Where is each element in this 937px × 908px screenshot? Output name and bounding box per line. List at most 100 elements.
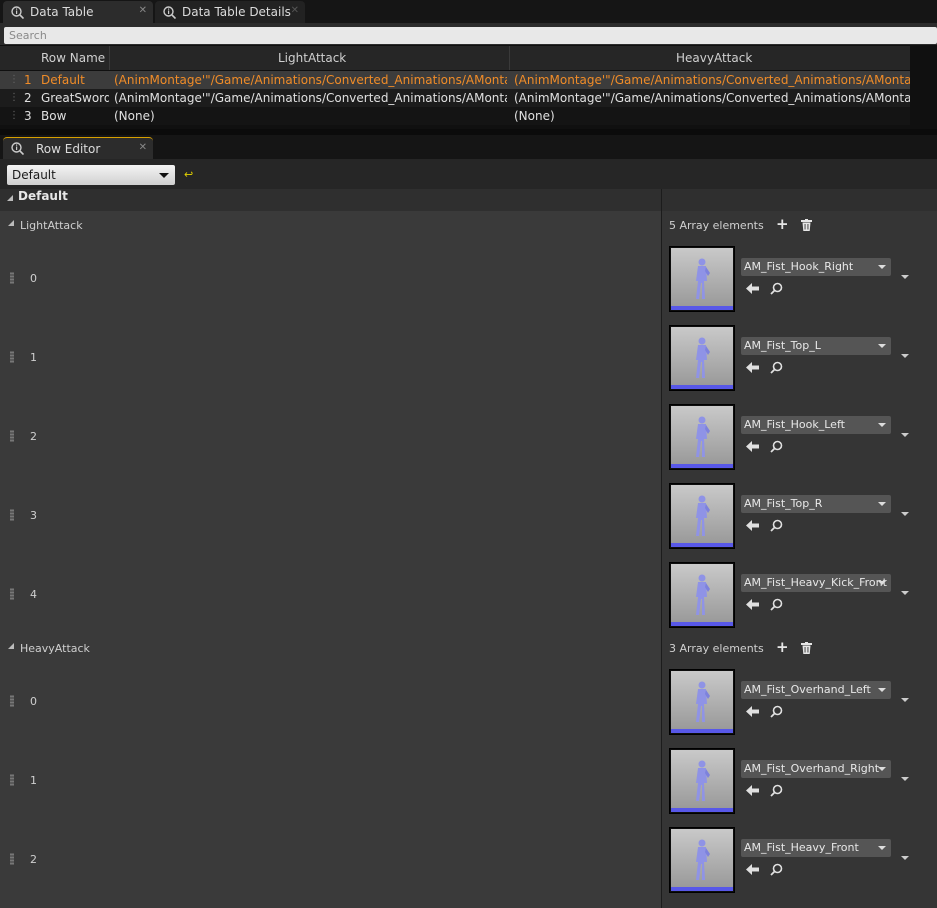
drag-handle-icon[interactable] <box>10 272 14 284</box>
tab-data-table[interactable]: Data Table ✕ <box>3 1 153 23</box>
character-figure-icon <box>696 839 710 880</box>
drag-handle-icon[interactable]: ⋮ <box>9 89 19 107</box>
drag-handle-icon[interactable] <box>10 695 14 707</box>
use-selected-arrow-icon[interactable] <box>746 441 759 452</box>
browse-magnifier-icon[interactable] <box>770 705 783 718</box>
row-selector-dropdown[interactable]: Default <box>7 165 175 185</box>
tab-label: Data Table Details <box>182 5 291 19</box>
asset-thumbnail[interactable] <box>669 483 735 549</box>
asset-thumbnail[interactable] <box>669 827 735 893</box>
asset-thumbnail[interactable] <box>669 325 735 391</box>
close-icon[interactable]: ✕ <box>139 142 147 153</box>
use-selected-arrow-icon[interactable] <box>746 599 759 610</box>
character-figure-icon <box>696 681 710 722</box>
collapse-triangle-icon[interactable] <box>8 220 14 226</box>
drag-handle-icon[interactable] <box>10 588 14 600</box>
asset-thumbnail[interactable] <box>669 404 735 470</box>
asset-type-bar <box>671 622 733 626</box>
expand-arrow-icon[interactable] <box>901 275 909 279</box>
collapse-triangle-icon[interactable] <box>8 643 14 649</box>
info-icon <box>11 142 24 155</box>
collapse-triangle-icon <box>7 195 13 201</box>
use-selected-arrow-icon[interactable] <box>746 706 759 717</box>
character-figure-icon <box>696 337 710 378</box>
expand-arrow-icon[interactable] <box>901 591 909 595</box>
row-name: Bow <box>41 109 67 123</box>
asset-name: AM_Fist_Top_L <box>744 339 821 352</box>
chevron-down-icon <box>878 344 886 348</box>
use-selected-arrow-icon[interactable] <box>746 283 759 294</box>
drag-handle-icon[interactable]: ⋮ <box>9 107 19 125</box>
use-selected-arrow-icon[interactable] <box>746 864 759 875</box>
array-index: 3 <box>30 509 37 522</box>
asset-thumbnail[interactable] <box>669 246 735 312</box>
drag-handle-icon[interactable]: ⋮ <box>9 71 19 89</box>
category-header[interactable]: Default <box>0 189 937 211</box>
row-number: 3 <box>24 109 32 123</box>
asset-thumbnail[interactable] <box>669 748 735 814</box>
expand-arrow-icon[interactable] <box>901 777 909 781</box>
row-selector-value: Default <box>12 168 56 182</box>
tab-data-table-details[interactable]: Data Table Details ✕ <box>155 1 305 23</box>
drag-handle-icon[interactable] <box>10 853 14 865</box>
browse-magnifier-icon[interactable] <box>770 440 783 453</box>
table-row[interactable]: ⋮ 1 Default (AnimMontage'"/Game/Animatio… <box>0 71 910 89</box>
row-light-attack: (AnimMontage'"/Game/Animations/Converted… <box>114 73 507 87</box>
asset-name: AM_Fist_Heavy_Kick_Front <box>744 576 887 589</box>
chevron-down-icon <box>878 688 886 692</box>
header-heavy-attack[interactable]: HeavyAttack <box>676 51 752 65</box>
search-input[interactable]: Search <box>4 27 937 44</box>
drag-handle-icon[interactable] <box>10 509 14 521</box>
asset-thumbnail[interactable] <box>669 669 735 735</box>
top-tab-bar: Data Table ✕ Data Table Details ✕ <box>0 0 937 24</box>
row-editor-tab-bar: Row Editor ✕ <box>0 135 937 159</box>
row-number: 1 <box>24 73 32 87</box>
row-light-attack: (AnimMontage'"/Game/Animations/Converted… <box>114 91 507 105</box>
add-element-icon[interactable]: + <box>776 638 789 656</box>
row-heavy-attack: (AnimMontage'"/Game/Animations/Converted… <box>514 73 910 87</box>
trash-icon[interactable] <box>801 219 812 231</box>
expand-arrow-icon[interactable] <box>901 433 909 437</box>
asset-picker-dropdown[interactable]: AM_Fist_Top_R <box>741 495 891 513</box>
add-element-icon[interactable]: + <box>776 215 789 233</box>
header-light-attack[interactable]: LightAttack <box>278 51 346 65</box>
header-row-name[interactable]: Row Name <box>41 51 105 65</box>
drag-handle-icon[interactable] <box>10 351 14 363</box>
browse-magnifier-icon[interactable] <box>770 784 783 797</box>
close-icon[interactable]: ✕ <box>291 5 299 16</box>
asset-picker-dropdown[interactable]: AM_Fist_Heavy_Front <box>741 839 891 857</box>
character-figure-icon <box>696 416 710 457</box>
drag-handle-icon[interactable] <box>10 430 14 442</box>
asset-thumbnail[interactable] <box>669 562 735 628</box>
row-number: 2 <box>24 91 32 105</box>
browse-magnifier-icon[interactable] <box>770 282 783 295</box>
asset-picker-dropdown[interactable]: AM_Fist_Heavy_Kick_Front <box>741 574 891 592</box>
column-divider[interactable] <box>661 189 662 908</box>
browse-magnifier-icon[interactable] <box>770 361 783 374</box>
asset-picker-dropdown[interactable]: AM_Fist_Hook_Right <box>741 258 891 276</box>
asset-picker-dropdown[interactable]: AM_Fist_Overhand_Left <box>741 681 891 699</box>
asset-name: AM_Fist_Heavy_Front <box>744 841 859 854</box>
asset-picker-dropdown[interactable]: AM_Fist_Hook_Left <box>741 416 891 434</box>
use-selected-arrow-icon[interactable] <box>746 362 759 373</box>
table-row[interactable]: ⋮ 2 GreatSword (AnimMontage'"/Game/Anima… <box>0 89 910 107</box>
table-row[interactable]: ⋮ 3 Bow (None) (None) <box>0 107 910 125</box>
browse-magnifier-icon[interactable] <box>770 863 783 876</box>
asset-picker-dropdown[interactable]: AM_Fist_Top_L <box>741 337 891 355</box>
trash-icon[interactable] <box>801 642 812 654</box>
use-selected-arrow-icon[interactable] <box>746 520 759 531</box>
asset-picker-dropdown[interactable]: AM_Fist_Overhand_Right <box>741 760 891 778</box>
close-icon[interactable]: ✕ <box>139 5 147 16</box>
expand-arrow-icon[interactable] <box>901 698 909 702</box>
reset-to-default-icon[interactable]: ↩ <box>184 168 193 181</box>
use-selected-arrow-icon[interactable] <box>746 785 759 796</box>
browse-magnifier-icon[interactable] <box>770 519 783 532</box>
expand-arrow-icon[interactable] <box>901 856 909 860</box>
drag-handle-icon[interactable] <box>10 774 14 786</box>
browse-magnifier-icon[interactable] <box>770 598 783 611</box>
array-index: 4 <box>30 588 37 601</box>
expand-arrow-icon[interactable] <box>901 512 909 516</box>
tab-row-editor[interactable]: Row Editor ✕ <box>3 137 153 159</box>
expand-arrow-icon[interactable] <box>901 354 909 358</box>
asset-name: AM_Fist_Top_R <box>744 497 823 510</box>
